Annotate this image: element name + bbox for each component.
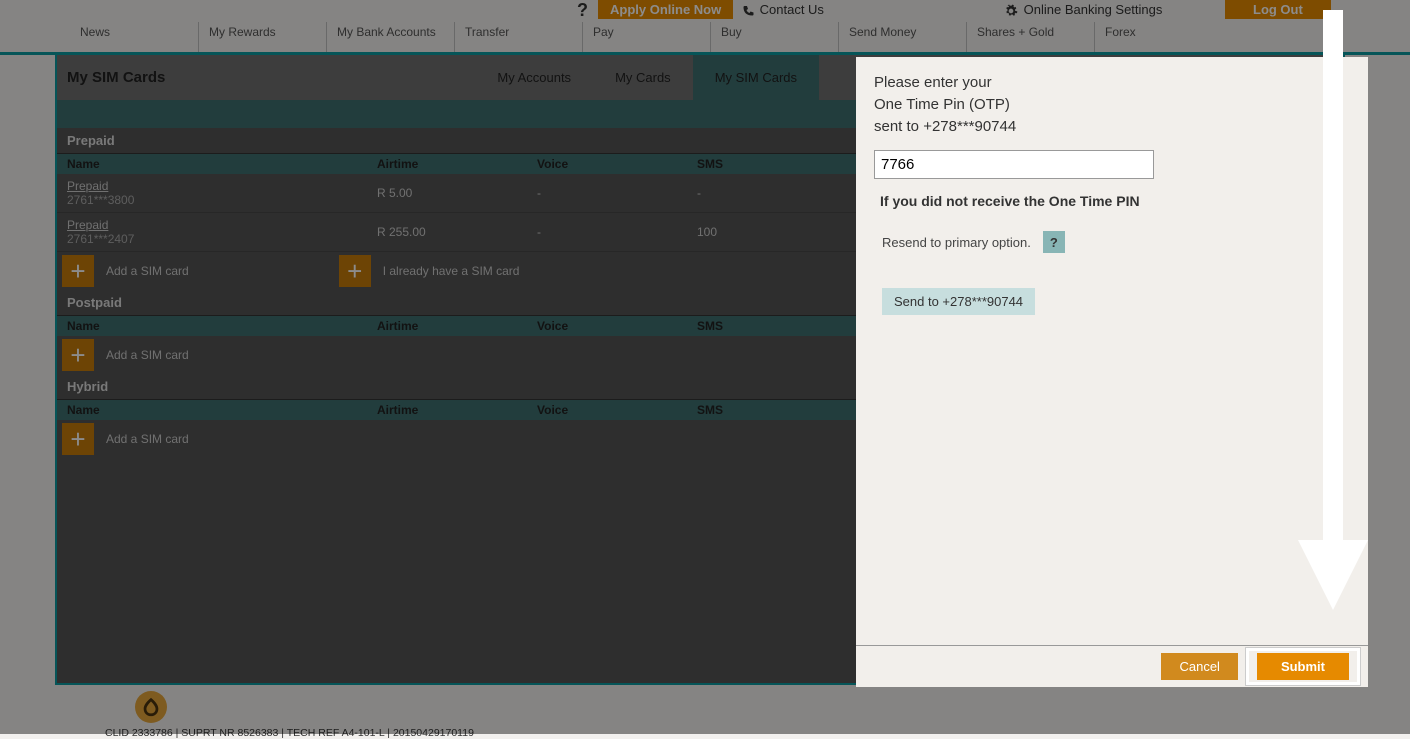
otp-message-line: sent to +278***90744 [874, 116, 1350, 138]
otp-send-to-button[interactable]: Send to +278***90744 [882, 288, 1035, 315]
otp-message-line: Please enter your [874, 72, 1350, 94]
modal-backdrop [1368, 57, 1410, 687]
modal-backdrop [856, 687, 1410, 734]
modal-backdrop [0, 0, 856, 734]
submit-button-highlight: Submit [1246, 648, 1360, 685]
otp-panel: Please enter your One Time Pin (OTP) sen… [856, 57, 1368, 687]
help-icon[interactable]: ? [1043, 231, 1065, 253]
submit-button[interactable]: Submit [1257, 653, 1349, 680]
tutorial-arrow-icon [1298, 10, 1368, 630]
otp-resend-text: Resend to primary option. [882, 235, 1031, 250]
otp-input[interactable] [874, 150, 1154, 179]
cancel-button[interactable]: Cancel [1161, 653, 1237, 680]
otp-noreceive-heading: If you did not receive the One Time PIN [874, 193, 1350, 209]
otp-message-line: One Time Pin (OTP) [874, 94, 1350, 116]
